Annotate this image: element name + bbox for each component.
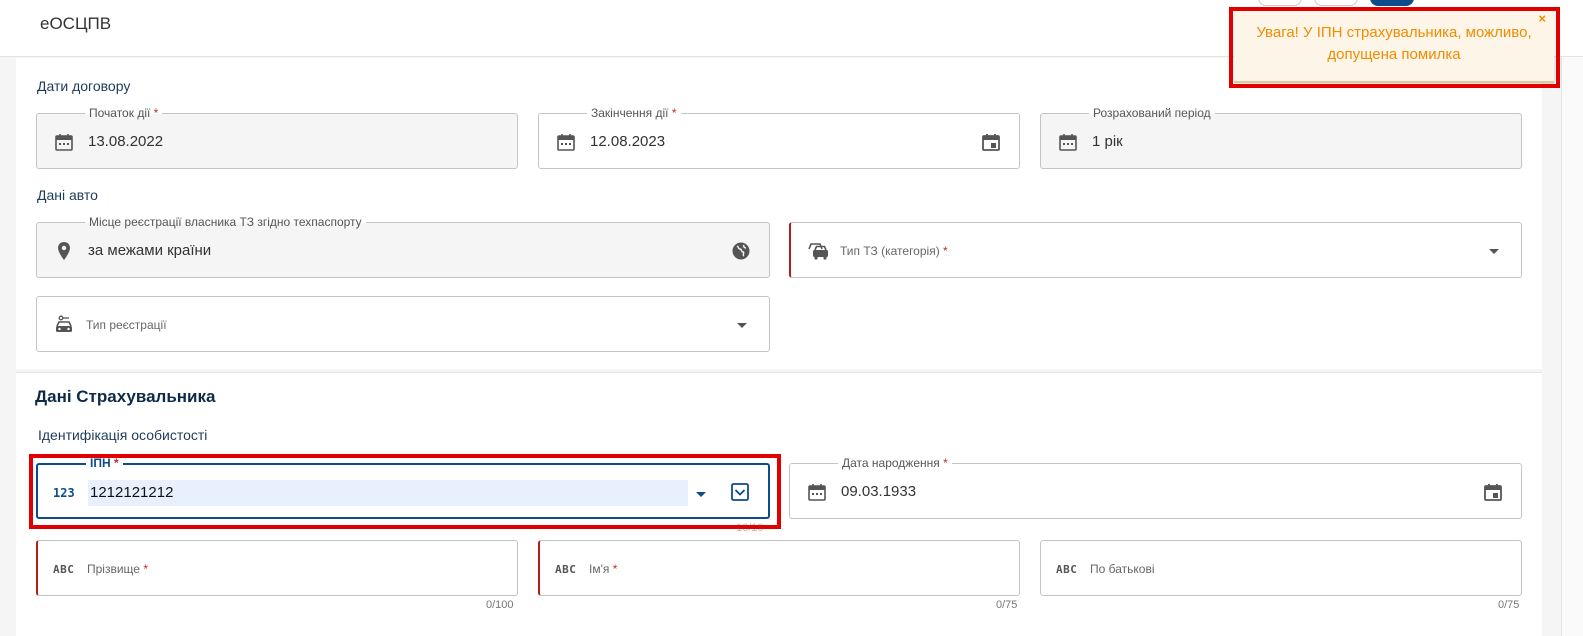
patronymic-field[interactable]: ABC По батькові — [1040, 540, 1522, 596]
birth-date-label: Дата народження — [842, 456, 940, 470]
registration-type-select[interactable]: Тип реєстрації — [36, 296, 770, 352]
identification-label: Ідентифікація особистості — [38, 427, 208, 443]
scrollbar-track[interactable] — [1561, 57, 1583, 636]
birth-date-value: 09.03.1933 — [841, 483, 917, 500]
registration-type-placeholder: Тип реєстрації — [86, 318, 167, 332]
period-value: 1 рік — [1092, 133, 1123, 150]
start-date-label: Початок дії — [89, 106, 151, 120]
name-placeholder: Ім'я — [589, 562, 610, 576]
end-date-label: Закінчення дії — [591, 106, 669, 120]
calendar-icon — [808, 484, 826, 501]
toolbar-button-primary[interactable] — [1370, 0, 1414, 6]
toolbar-button-2[interactable] — [1314, 0, 1358, 6]
contract-vehicle-card: Дати договору Початок дії * 13.08.2022 З… — [16, 58, 1542, 369]
registration-place-value: за межами країни — [88, 242, 212, 259]
dropdown-arrow-icon[interactable] — [1489, 249, 1499, 254]
insurer-section-title: Дані Страхувальника — [35, 387, 216, 406]
calendar-icon — [557, 134, 575, 151]
date-picker-icon[interactable] — [981, 132, 1001, 152]
surname-field[interactable]: ABC Прізвище * — [36, 540, 518, 596]
highlight-box-toast — [1229, 7, 1560, 88]
start-date-field[interactable]: Початок дії * 13.08.2022 — [36, 106, 518, 169]
text-abc-icon: ABC — [1056, 563, 1078, 576]
name-counter: 0/75 — [996, 599, 1018, 611]
patronymic-counter: 0/75 — [1498, 599, 1520, 611]
registration-place-field[interactable]: Місце реєстрації власника ТЗ згідно техп… — [36, 215, 770, 278]
patronymic-placeholder: По батькові — [1090, 562, 1155, 576]
toolbar-button-1[interactable] — [1258, 0, 1302, 6]
contract-dates-label: Дати договору — [37, 78, 131, 94]
name-field[interactable]: ABC Ім'я * — [538, 540, 1020, 596]
text-abc-icon: ABC — [555, 563, 577, 576]
date-picker-icon[interactable] — [1483, 482, 1503, 502]
start-date-value: 13.08.2022 — [88, 133, 164, 150]
vehicle-data-label: Дані авто — [37, 187, 98, 203]
end-date-value: 12.08.2023 — [590, 133, 666, 150]
car-key-icon — [56, 315, 72, 332]
vehicle-type-placeholder: Тип ТЗ (категорія) — [840, 244, 940, 258]
cars-icon — [808, 243, 828, 260]
birth-date-field[interactable]: Дата народження * 09.03.1933 — [789, 456, 1522, 519]
dropdown-arrow-icon[interactable] — [737, 323, 747, 328]
globe-icon[interactable] — [731, 241, 751, 261]
registration-place-label: Місце реєстрації власника ТЗ згідно техп… — [89, 215, 362, 229]
period-field: Розрахований період 1 рік — [1040, 106, 1522, 169]
text-abc-icon: ABC — [53, 563, 75, 576]
period-label: Розрахований період — [1093, 106, 1211, 120]
surname-counter: 0/100 — [486, 599, 514, 611]
app-title: еОСЦПВ — [40, 14, 112, 33]
end-date-field[interactable]: Закінчення дії * 12.08.2023 — [538, 106, 1020, 169]
calendar-icon — [1059, 134, 1077, 151]
calendar-icon — [55, 134, 73, 151]
highlight-box-ipn — [29, 454, 781, 529]
location-pin-icon — [58, 242, 70, 260]
vehicle-type-select[interactable]: Тип ТЗ (категорія) * — [789, 222, 1522, 278]
surname-placeholder: Прізвище — [87, 562, 140, 576]
